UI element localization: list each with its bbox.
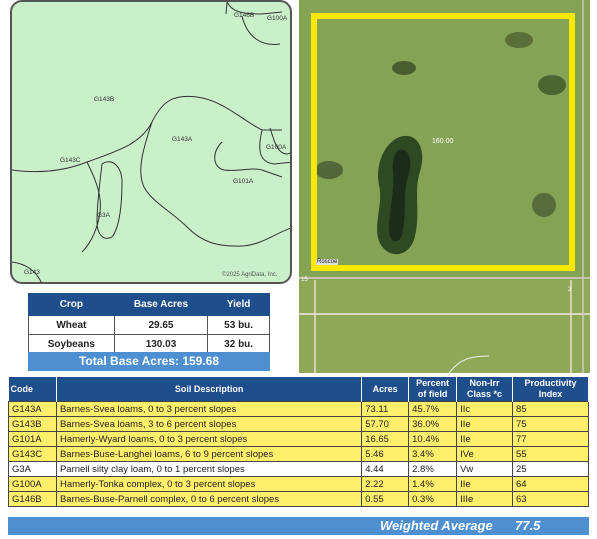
soil-map: G146B G100A G143B G143A G143C G100A G101… [10,0,292,284]
soil-class: IIIe [456,491,513,507]
map-label: G143B [94,96,115,103]
total-base-acres: Total Base Acres: 159.68 [28,352,270,371]
soil-percent: 45.7% [408,401,458,417]
yield-header: Yield [207,293,270,316]
table-row: G143A Barnes-Svea loams, 0 to 3 percent s… [8,401,589,417]
soil-acres: 5.46 [361,446,410,462]
soil-description: Barnes-Svea loams, 0 to 3 percent slopes [55,401,363,417]
soil-productivity: 63 [512,491,589,507]
soil-boundaries [12,2,290,282]
crop-acres: 130.03 [113,334,209,354]
soil-percent: 10.4% [408,431,458,447]
crop-yield: 32 bu. [207,334,270,354]
soil-acres: 4.44 [361,461,410,477]
soil-code: G143B [8,416,57,432]
soil-description: Barnes-Svea loams, 3 to 6 percent slopes [55,416,363,432]
table-row: G143C Barnes-Buse-Langhei loams, 6 to 9 p… [8,446,589,462]
weighted-average-bar: Weighted Average 77.5 [8,517,589,535]
soil-code: G143C [8,446,57,462]
soil-acres: 0.55 [361,491,410,507]
aerial-photo: 160.00 Roscoe 15 2 [299,0,590,373]
table-row: G3A Parnell silty clay loam, 0 to 1 perce… [8,461,589,477]
crop-table: Crop Base Acres Yield Wheat 29.65 53 bu.… [28,293,270,354]
table-row: G100A Hamerly-Tonka complex, 0 to 3 perce… [8,476,589,492]
field-acres-label: 160.00 [432,138,454,145]
soil-class: IIe [456,431,513,447]
soil-percent: 3.4% [408,446,458,462]
soil-productivity: 55 [512,446,589,462]
soil-table: Code Soil Description Acres Percent of f… [8,377,589,507]
aerial-imagery [299,0,590,373]
map-copyright: ©2025 AgriData, Inc. [222,272,278,278]
table-row: G146B Barnes-Buse-Parnell complex, 0 to 6… [8,491,589,507]
soil-percent: 1.4% [408,476,458,492]
soil-acres: 16.65 [361,431,410,447]
map-label: G100A [266,144,287,151]
soil-code: G3A [8,461,57,477]
productivity-header: Productivity Index [512,377,589,402]
description-header: Soil Description [56,377,363,402]
table-row: Soybeans 130.03 32 bu. [28,334,270,354]
map-label: G3A [97,212,111,219]
soil-code: G100A [8,476,57,492]
soil-description: Hamerly-Tonka complex, 0 to 3 percent sl… [55,476,363,492]
crop-name: Soybeans [28,334,115,354]
soil-class: IIe [456,476,513,492]
map-label: G143C [60,157,81,164]
soil-class: IIe [456,416,513,432]
weighted-average-value: 77.5 [515,518,541,533]
weighted-average-label: Weighted Average [380,518,493,533]
crop-yield: 53 bu. [207,315,270,335]
table-row: G101A Hamerly-Wyard loams, 0 to 3 percent… [8,431,589,447]
crop-name: Wheat [28,315,115,335]
class-header: Non-Irr Class *c [456,377,513,402]
table-row: Wheat 29.65 53 bu. [28,315,270,335]
base-acres-header: Base Acres [113,293,209,316]
soil-acres: 2.22 [361,476,410,492]
soil-description: Parnell silty clay loam, 0 to 1 percent … [55,461,363,477]
percent-header: Percent of field [408,377,458,402]
soil-class: IIc [456,401,513,417]
soil-description: Barnes-Buse-Parnell complex, 0 to 6 perc… [55,491,363,507]
soil-productivity: 25 [512,461,589,477]
soil-description: Barnes-Buse-Langhei loams, 6 to 9 percen… [55,446,363,462]
section-marker: 15 [301,277,308,283]
map-label: G143A [172,136,193,143]
soil-productivity: 75 [512,416,589,432]
soil-class: Vw [456,461,513,477]
map-label: G146B [234,12,255,19]
soil-acres: 73.11 [361,401,410,417]
road-label: Roscoe [316,259,339,265]
soil-percent: 36.0% [408,416,458,432]
soil-productivity: 85 [512,401,589,417]
map-label: G101A [233,178,254,185]
soil-code: G101A [8,431,57,447]
crop-header: Crop [28,293,115,316]
soil-description: Hamerly-Wyard loams, 0 to 3 percent slop… [55,431,363,447]
soil-percent: 2.8% [408,461,458,477]
section-marker: 2 [568,287,572,293]
acres-header: Acres [361,377,410,402]
soil-code: G143A [8,401,57,417]
soil-productivity: 77 [512,431,589,447]
table-row: G143B Barnes-Svea loams, 3 to 6 percent s… [8,416,589,432]
map-label: G100A [267,15,288,22]
map-label: G143 [24,269,40,276]
soil-productivity: 64 [512,476,589,492]
soil-code: G146B [8,491,57,507]
crop-acres: 29.65 [113,315,209,335]
code-header: Code [8,377,57,402]
soil-percent: 0.3% [408,491,458,507]
soil-class: IVe [456,446,513,462]
soil-acres: 57.70 [361,416,410,432]
